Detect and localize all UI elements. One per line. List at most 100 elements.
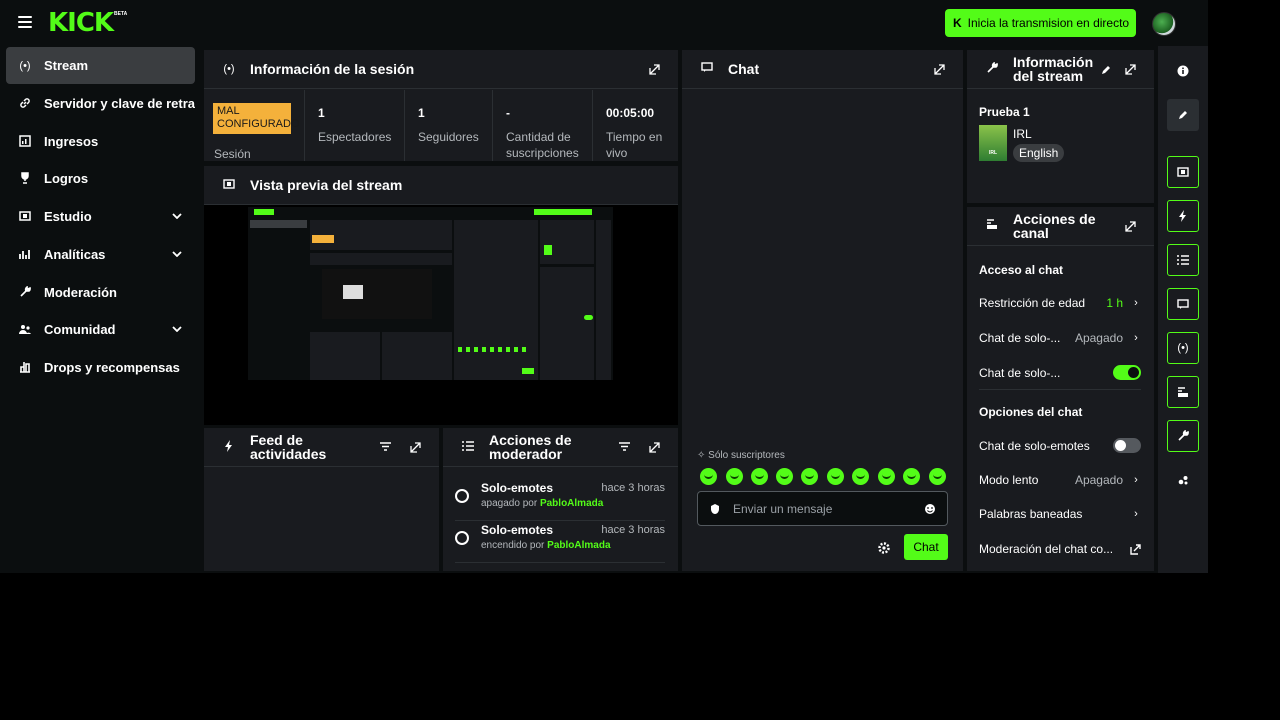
sparkle-icon: ✧ <box>697 450 706 461</box>
user-avatar[interactable] <box>1152 12 1176 36</box>
row-label: Restricción de edad <box>979 296 1086 310</box>
emote-icon[interactable] <box>700 468 717 485</box>
popout-icon[interactable] <box>1125 221 1136 232</box>
sidebar-item-analiticas[interactable]: Analíticas <box>6 236 195 273</box>
stream-preview-header: Vista previa del stream <box>204 166 678 205</box>
action-user-link[interactable]: PabloAlmada <box>540 498 603 509</box>
edit-icon[interactable] <box>1167 99 1199 131</box>
row-label: Modo lento <box>979 473 1039 487</box>
list-icon[interactable] <box>1167 244 1199 276</box>
popout-icon[interactable] <box>649 442 660 453</box>
emote-icon[interactable] <box>801 468 818 485</box>
slow-mode-row[interactable]: Modo lento Apagado › <box>979 473 1141 487</box>
banned-words-row[interactable]: Palabras baneadas › <box>979 507 1141 521</box>
stat-followers: 1 Seguidores <box>405 90 493 161</box>
popout-icon[interactable] <box>649 64 660 75</box>
bolt-icon[interactable] <box>1167 200 1199 232</box>
chat-settings-gear-icon[interactable] <box>878 542 890 554</box>
category-thumbnail[interactable]: IRL <box>979 125 1007 161</box>
emote-icon[interactable] <box>903 468 920 485</box>
emotes-only-row: Chat de solo-emotes <box>979 438 1141 453</box>
action-status: apagado por <box>481 498 538 509</box>
chat-solo-row-1[interactable]: Chat de solo-... Apagado › <box>979 331 1141 345</box>
filter-icon[interactable] <box>619 442 630 451</box>
emote-icon[interactable] <box>751 468 768 485</box>
sidebar-item-stream[interactable]: (•) Stream <box>6 47 195 84</box>
panel-title: Información del stream <box>1013 54 1094 84</box>
external-link-icon <box>1130 543 1141 555</box>
chat-solo-row-2: Chat de solo-... <box>979 365 1141 380</box>
emote-icon[interactable] <box>776 468 793 485</box>
chevron-down-icon <box>171 324 183 335</box>
wrench-icon[interactable] <box>1167 420 1199 452</box>
sidebar-item-label: Moderación <box>44 285 117 300</box>
action-user-link[interactable]: PabloAlmada <box>547 540 610 551</box>
category-name[interactable]: IRL <box>1013 127 1032 141</box>
language-tag: English <box>1013 144 1065 162</box>
chat-solo-toggle[interactable] <box>1113 365 1141 380</box>
gift-icon <box>18 361 32 375</box>
action-time: hace 3 horas <box>601 482 665 494</box>
sidebar-item-label: Comunidad <box>44 322 116 337</box>
sidebar-item-label: Logros <box>44 171 89 186</box>
stream-info-panel: Información del stream Prueba 1 IRL IRL … <box>967 50 1154 203</box>
divider <box>979 389 1141 390</box>
go-live-button[interactable]: K Inicia la transmision en directo <box>945 9 1136 37</box>
filter-icon[interactable] <box>380 442 391 451</box>
kick-logo[interactable]: KICK <box>48 9 114 37</box>
chevron-down-icon <box>171 211 183 222</box>
sidebar-item-ingresos[interactable]: Ingresos <box>6 123 195 160</box>
row-value: Apagado <box>1074 473 1123 487</box>
popout-icon[interactable] <box>934 64 945 75</box>
more-widgets-icon[interactable] <box>1167 464 1199 496</box>
menu-icon[interactable] <box>18 16 32 28</box>
sidebar-item-server-key[interactable]: Servidor y clave de retransmision <box>6 85 195 122</box>
info-icon[interactable] <box>1167 55 1199 87</box>
emote-icon[interactable] <box>852 468 869 485</box>
emote-icon[interactable] <box>827 468 844 485</box>
trophy-icon <box>18 171 32 186</box>
emoji-picker-icon[interactable] <box>924 503 936 515</box>
age-restriction-row[interactable]: Restricción de edad 1 h › <box>979 296 1141 310</box>
chat-header: Chat <box>682 50 963 89</box>
emote-icon[interactable] <box>878 468 895 485</box>
popout-icon[interactable] <box>410 442 421 453</box>
emote-face-icon <box>455 489 469 503</box>
pencil-icon[interactable] <box>1101 65 1111 75</box>
wrench-icon <box>985 61 999 77</box>
sidebar-item-moderacion[interactable]: Moderación <box>6 274 195 311</box>
channel-icon[interactable] <box>1167 376 1199 408</box>
chat-input-box[interactable]: Enviar un mensaje <box>697 491 948 526</box>
bolt-icon <box>222 439 236 455</box>
emote-icon[interactable] <box>726 468 743 485</box>
sidebar-item-estudio[interactable]: Estudio <box>6 198 195 235</box>
sidebar-item-logros[interactable]: Logros <box>6 160 195 197</box>
right-toolbar: (•) <box>1158 46 1208 573</box>
chat-bubble-icon[interactable] <box>1167 288 1199 320</box>
stream-preview-video[interactable] <box>204 205 678 425</box>
broadcast-icon: (•) <box>19 59 31 72</box>
sidebar-item-label: Servidor y clave de retransmision <box>44 96 195 111</box>
broadcast-icon[interactable]: (•) <box>1167 332 1199 364</box>
subscribers-only-label: Sólo suscriptores <box>708 450 785 461</box>
film-icon <box>18 210 32 224</box>
popout-icon[interactable] <box>1125 64 1136 75</box>
chat-send-button[interactable]: Chat <box>904 534 948 560</box>
session-status: MAL CONFIGURADO Sesión <box>204 90 305 161</box>
panel-title: Chat <box>728 61 760 77</box>
row-label: Chat de solo-... <box>979 331 1061 345</box>
emote-icon[interactable] <box>929 468 946 485</box>
app-root: KICK BETA K Inicia la transmision en dir… <box>0 0 1208 573</box>
wrench-icon <box>18 285 32 300</box>
chat-moderation-row[interactable]: Moderación del chat co... <box>979 542 1141 556</box>
sidebar-item-comunidad[interactable]: Comunidad <box>6 311 195 348</box>
sidebar-item-drops[interactable]: Drops y recompensas <box>6 349 195 386</box>
sidebar-item-label: Ingresos <box>44 134 99 149</box>
chevron-down-icon <box>171 249 183 260</box>
subscribers-only-notice: ✧ Sólo suscriptores <box>697 450 785 461</box>
link-icon <box>18 97 32 111</box>
emotes-only-toggle[interactable] <box>1113 438 1141 453</box>
action-title: Solo-emotes <box>481 523 554 537</box>
preview-toggle-icon[interactable] <box>1167 156 1199 188</box>
stat-label: Seguidores <box>418 130 479 144</box>
